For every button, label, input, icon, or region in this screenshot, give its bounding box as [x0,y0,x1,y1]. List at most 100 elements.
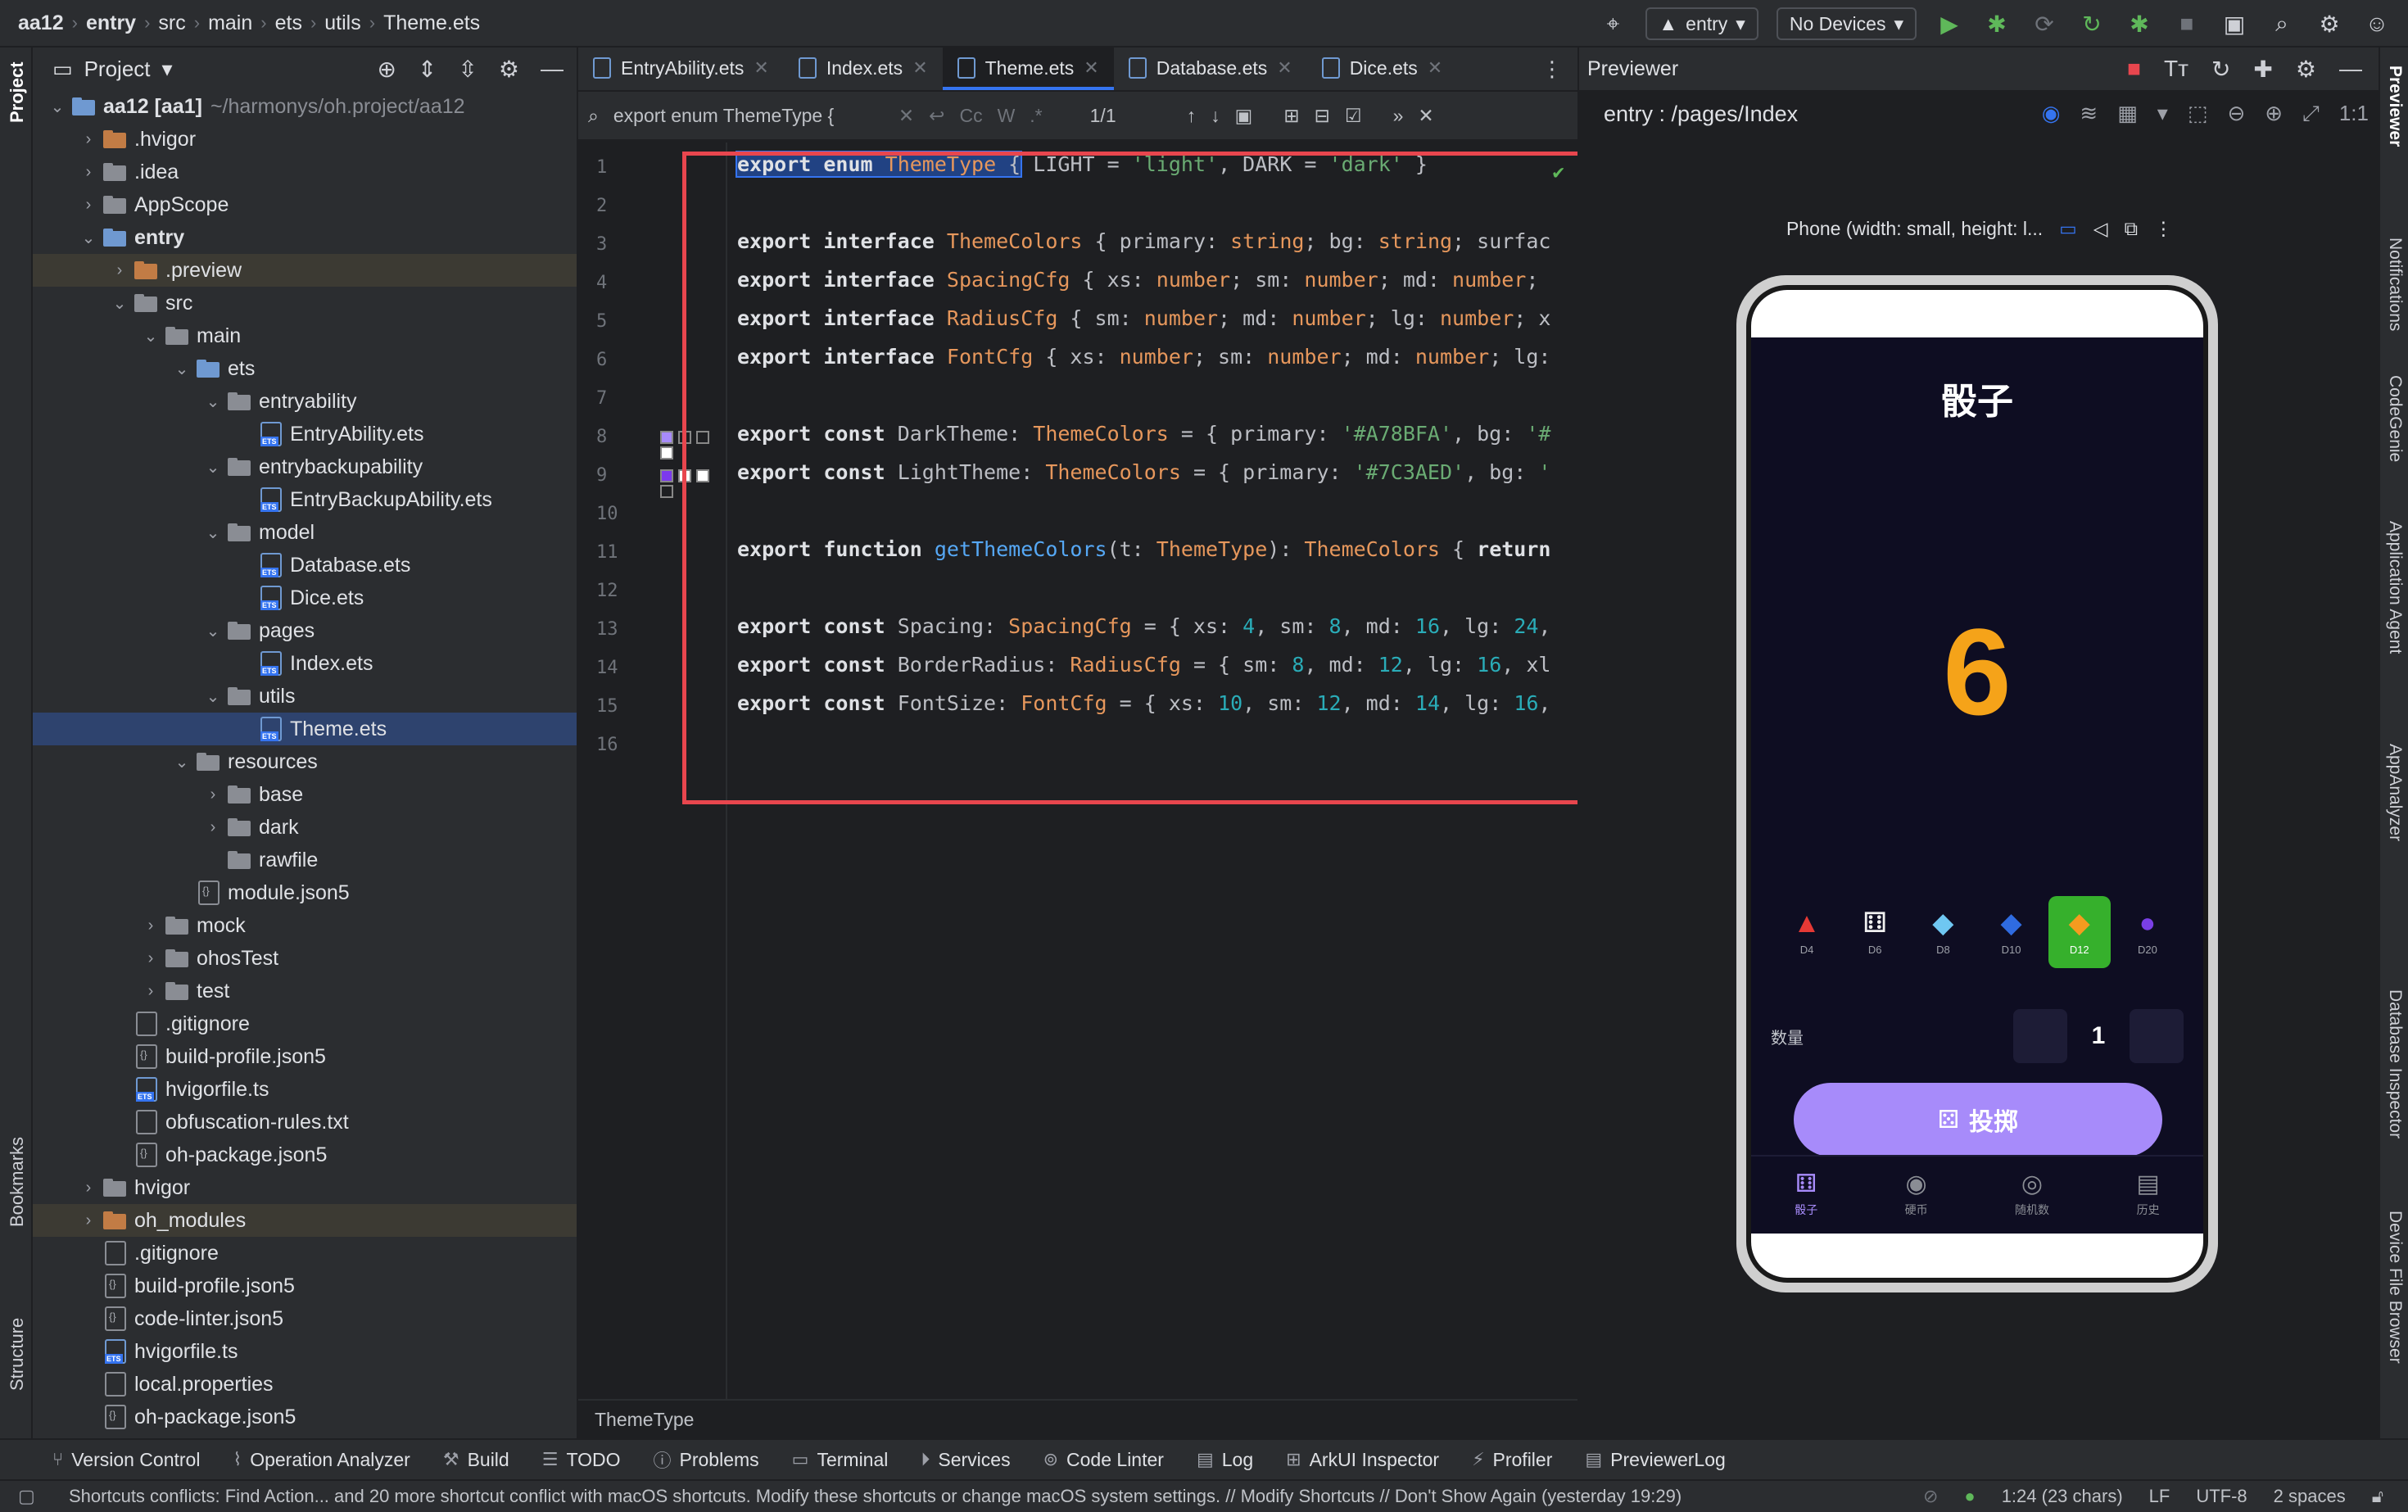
find-input[interactable]: export enum ThemeType { [613,105,884,127]
chevron-down-icon[interactable]: ⌄ [172,359,192,379]
breadcrumb-item[interactable]: aa12 [18,11,64,35]
close-tab-icon[interactable]: ✕ [1428,57,1442,79]
stop-icon[interactable]: ■ [2172,9,2202,38]
font-size-icon[interactable]: Tт [2164,56,2188,82]
tree-item[interactable]: ⌄ aa12 [aa1] ~/harmonys/oh.project/aa12 [33,90,577,123]
die-option[interactable]: ● D20 [2116,896,2179,968]
tree-item[interactable]: ⌄ model [33,516,577,549]
file-encoding[interactable]: UTF-8 [2196,1486,2247,1507]
settings-icon[interactable]: ⚙ [2315,9,2344,38]
chevron-down-icon[interactable]: ⌄ [203,686,223,707]
chevron-down-icon[interactable]: ⌄ [172,752,192,772]
tree-item[interactable]: ⌄ ets [33,352,577,385]
fit-icon[interactable]: ⬚ [2188,101,2208,127]
chevron-right-icon[interactable]: › [203,785,223,804]
tree-item[interactable]: EntryBackupAbility.ets [33,483,577,516]
right-tool-tab[interactable]: Notifications [2385,238,2405,331]
zoom-in-icon[interactable]: ⊕ [2265,101,2283,127]
layers-icon[interactable]: ≋ [2080,101,2098,127]
breadcrumb-item[interactable]: main [208,11,252,35]
tree-item[interactable]: rawfile [33,844,577,876]
close-tab-icon[interactable]: ✕ [1084,57,1098,79]
tree-item[interactable]: Theme.ets [33,713,577,745]
breadcrumb-item[interactable]: utils [324,11,360,35]
chevron-down-icon[interactable]: ⌄ [48,97,67,117]
zoom-out-icon[interactable]: ⊖ [2227,101,2245,127]
tree-item[interactable]: Database.ets [33,549,577,582]
chevron-down-icon[interactable]: ⌄ [203,621,223,641]
close-tab-icon[interactable]: ✕ [912,57,927,79]
target-icon[interactable]: ⌖ [1598,9,1627,38]
run-config-select[interactable]: ▲ entry ▾ [1645,7,1758,40]
die-option[interactable]: ◆ D8 [1912,896,1974,968]
tree-item[interactable]: › AppScope [33,188,577,221]
tree-item[interactable]: ⌄ entrybackupability [33,450,577,483]
profile-icon[interactable]: ⟳ [2030,9,2059,38]
code-line[interactable]: export const Spacing: SpacingCfg = { xs:… [737,614,1550,638]
chevron-right-icon[interactable]: › [141,949,161,968]
chevron-down-icon[interactable]: ⌄ [203,457,223,478]
tree-item[interactable]: › hvigor [33,1171,577,1204]
tree-item[interactable]: › oh_modules [33,1204,577,1237]
run-icon[interactable]: ▶ [1935,9,1964,38]
die-option[interactable]: ◆ D10 [1980,896,2043,968]
line-separator[interactable]: LF [2149,1486,2170,1507]
color-swatch[interactable] [678,469,691,482]
tree-item[interactable]: .gitignore [33,1007,577,1040]
tree-item[interactable]: oh-package.json5 [33,1401,577,1433]
attach-debugger-icon[interactable]: ✱ [2125,9,2154,38]
tree-item[interactable]: module.json5 [33,876,577,909]
one-to-one-icon[interactable]: 1:1 [2339,101,2369,127]
tool-window-button[interactable]: ⊞ ArkUI Inspector [1286,1449,1439,1471]
code-line[interactable]: export const BorderRadius: RadiusCfg = {… [737,653,1550,677]
code-line[interactable]: export interface FontCfg { xs: number; s… [737,345,1550,369]
tool-window-button[interactable]: ⑂ Version Control [52,1449,200,1471]
debug-icon[interactable]: ✱ [1982,9,2012,38]
color-swatch[interactable] [660,469,673,482]
tool-window-button[interactable]: ▭ Terminal [792,1449,889,1471]
tree-item[interactable]: build-profile.json5 [33,1270,577,1302]
chevron-down-icon[interactable]: ▾ [2157,101,2168,127]
gear-icon[interactable]: ⚙ [499,56,519,83]
code-line[interactable]: export interface SpacingCfg { xs: number… [737,268,1538,292]
breadcrumb-item[interactable]: entry [86,11,136,35]
nav-item[interactable]: ◎ 随机数 [2015,1172,2049,1218]
code-editor[interactable]: 1 2 3 4 5 6 7 8 9 10 11 12 13 14 15 16 export enum Them… [578,143,1577,1399]
select-occurrences-icon[interactable]: ☑ [1345,105,1362,127]
tree-item[interactable]: local.properties [33,1368,577,1401]
die-option[interactable]: ▲ D4 [1776,896,1838,968]
rotate-icon[interactable]: ⧉ [2125,218,2138,240]
more-tabs-icon[interactable]: ⋮ [1527,57,1577,82]
color-swatch[interactable] [660,446,673,459]
tree-item[interactable]: ⌄ entry [33,221,577,254]
tool-window-button[interactable]: ⏵ Services [921,1449,1010,1471]
panel-toggle-icon[interactable]: ▢ [18,1486,35,1507]
chevron-right-icon[interactable]: › [110,261,129,280]
right-tool-tab[interactable]: Application Agent [2385,521,2405,654]
tool-window-button[interactable]: ⚒ Build [443,1449,509,1471]
chevron-right-icon[interactable]: › [79,1211,98,1230]
chevron-right-icon[interactable]: › [79,196,98,215]
hide-icon[interactable]: — [2339,56,2362,82]
project-panel-title[interactable]: Project [84,57,151,82]
tool-window-button[interactable]: ⓘ Problems [653,1446,758,1473]
right-tool-tab[interactable]: Database Inspector [2385,989,2405,1139]
newline-icon[interactable]: ↩ [929,105,944,127]
multi-device-icon[interactable]: ▭ [2059,218,2077,240]
chevron-right-icon[interactable]: › [141,917,161,935]
hide-icon[interactable]: — [541,56,564,83]
close-tab-icon[interactable]: ✕ [1277,57,1292,79]
nav-item[interactable]: ⚅ 骰子 [1795,1172,1817,1218]
code-line[interactable]: export interface ThemeColors { primary: … [737,229,1550,253]
code-line[interactable]: export interface RadiusCfg { sm: number;… [737,306,1550,330]
tree-item[interactable]: Dice.ets [33,582,577,614]
chevron-right-icon[interactable]: › [79,1179,98,1197]
tool-window-button[interactable]: ⚡ Profiler [1472,1449,1552,1471]
project-tool-tab[interactable]: Project [7,61,28,123]
tree-item[interactable]: ⌄ entryability [33,385,577,418]
tree-item[interactable]: ⌄ resources [33,745,577,778]
grid-icon[interactable]: ▦ [2117,101,2138,127]
color-swatch[interactable] [660,484,673,498]
nav-item[interactable]: ▤ 历史 [2136,1172,2159,1218]
whole-word-toggle[interactable]: W [998,105,1016,127]
